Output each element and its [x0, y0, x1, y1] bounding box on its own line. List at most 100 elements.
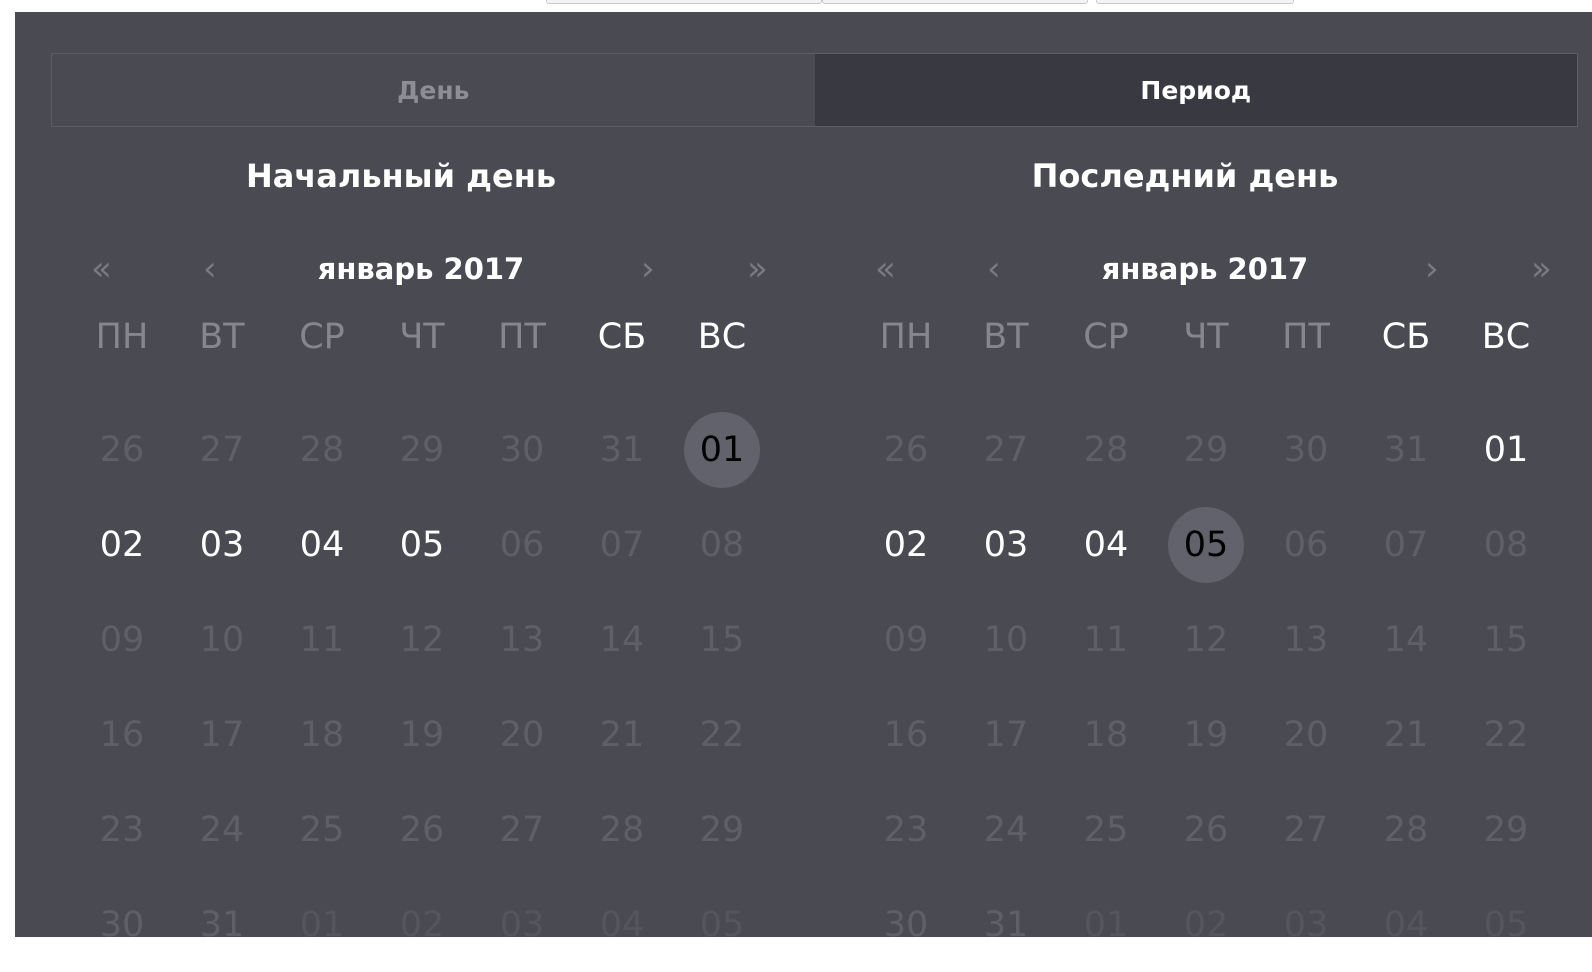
day-cell[interactable]: 26 [856, 402, 956, 497]
day-cell[interactable]: 25 [1056, 782, 1156, 877]
day-cell[interactable]: 31 [572, 402, 672, 497]
day-cell[interactable]: 23 [72, 782, 172, 877]
next-year-button[interactable]: » [747, 247, 768, 291]
day-cell[interactable]: 08 [672, 497, 772, 592]
day-cell[interactable]: 07 [1356, 497, 1456, 592]
day-cell[interactable]: 30 [72, 877, 172, 972]
day-cell[interactable]: 23 [856, 782, 956, 877]
day-cell[interactable]: 03 [956, 497, 1056, 592]
day-cell[interactable]: 28 [1356, 782, 1456, 877]
day-cell[interactable]: 08 [1456, 497, 1556, 592]
day-cell[interactable]: 13 [1256, 592, 1356, 687]
next-month-button[interactable]: › [641, 247, 655, 291]
day-cell[interactable]: 16 [72, 687, 172, 782]
day-cell[interactable]: 01 [1456, 402, 1556, 497]
day-cell[interactable]: 05 [672, 877, 772, 972]
day-cell[interactable]: 24 [172, 782, 272, 877]
next-month-button[interactable]: › [1425, 247, 1439, 291]
day-cell[interactable]: 06 [472, 497, 572, 592]
month-year-label[interactable]: январь 2017 [1035, 247, 1375, 291]
day-cell-selected[interactable]: 05 [1156, 497, 1256, 592]
day-cell[interactable]: 19 [1156, 687, 1256, 782]
day-cell[interactable]: 27 [472, 782, 572, 877]
day-cell[interactable]: 31 [172, 877, 272, 972]
day-cell[interactable]: 26 [1156, 782, 1256, 877]
day-cell[interactable]: 03 [472, 877, 572, 972]
day-cell[interactable]: 18 [272, 687, 372, 782]
day-cell[interactable]: 26 [372, 782, 472, 877]
day-cell[interactable]: 17 [172, 687, 272, 782]
day-cell[interactable]: 20 [472, 687, 572, 782]
prev-month-button[interactable]: ‹ [203, 247, 217, 291]
day-cell[interactable]: 13 [472, 592, 572, 687]
prev-year-button[interactable]: « [91, 247, 112, 291]
day-cell[interactable]: 31 [1356, 402, 1456, 497]
day-cell[interactable]: 18 [1056, 687, 1156, 782]
day-cell[interactable]: 25 [272, 782, 372, 877]
day-number: 30 [99, 904, 145, 945]
day-cell[interactable]: 07 [572, 497, 672, 592]
day-cell[interactable]: 30 [472, 402, 572, 497]
day-cell[interactable]: 01 [1056, 877, 1156, 972]
day-cell[interactable]: 27 [1256, 782, 1356, 877]
day-cell[interactable]: 10 [956, 592, 1056, 687]
day-cell[interactable]: 29 [672, 782, 772, 877]
day-cell[interactable]: 28 [1056, 402, 1156, 497]
day-cell[interactable]: 19 [372, 687, 472, 782]
day-cell[interactable]: 11 [1056, 592, 1156, 687]
day-cell[interactable]: 14 [1356, 592, 1456, 687]
day-cell[interactable]: 09 [856, 592, 956, 687]
month-year-label[interactable]: январь 2017 [251, 247, 591, 291]
day-cell[interactable]: 21 [1356, 687, 1456, 782]
day-cell[interactable]: 02 [1156, 877, 1256, 972]
day-cell[interactable]: 05 [1456, 877, 1556, 972]
day-cell[interactable]: 15 [1456, 592, 1556, 687]
day-cell[interactable]: 29 [372, 402, 472, 497]
day-cell[interactable]: 16 [856, 687, 956, 782]
day-cell[interactable]: 12 [1156, 592, 1256, 687]
day-cell[interactable]: 09 [72, 592, 172, 687]
day-cell[interactable]: 11 [272, 592, 372, 687]
prev-month-button[interactable]: ‹ [987, 247, 1001, 291]
day-cell[interactable]: 31 [956, 877, 1056, 972]
day-cell[interactable]: 02 [72, 497, 172, 592]
day-cell[interactable]: 14 [572, 592, 672, 687]
prev-year-button[interactable]: « [875, 247, 896, 291]
day-cell[interactable]: 10 [172, 592, 272, 687]
day-cell[interactable]: 29 [1156, 402, 1256, 497]
day-cell[interactable]: 04 [1356, 877, 1456, 972]
day-number: 26 [883, 429, 929, 470]
tab-period[interactable]: Период [814, 54, 1577, 126]
day-cell[interactable]: 28 [572, 782, 672, 877]
day-cell-selected[interactable]: 01 [672, 402, 772, 497]
day-cell[interactable]: 05 [372, 497, 472, 592]
day-cell[interactable]: 30 [1256, 402, 1356, 497]
day-cell[interactable]: 15 [672, 592, 772, 687]
day-cell[interactable]: 04 [572, 877, 672, 972]
day-cell[interactable]: 30 [856, 877, 956, 972]
day-cell[interactable]: 26 [72, 402, 172, 497]
day-number: 02 [399, 904, 445, 945]
tab-day[interactable]: День [52, 54, 815, 126]
day-cell[interactable]: 24 [956, 782, 1056, 877]
day-cell[interactable]: 02 [856, 497, 956, 592]
day-cell[interactable]: 21 [572, 687, 672, 782]
day-cell[interactable]: 04 [272, 497, 372, 592]
day-cell[interactable]: 12 [372, 592, 472, 687]
next-year-button[interactable]: » [1531, 247, 1552, 291]
day-cell[interactable]: 27 [956, 402, 1056, 497]
day-cell[interactable]: 27 [172, 402, 272, 497]
day-cell[interactable]: 01 [272, 877, 372, 972]
day-cell[interactable]: 20 [1256, 687, 1356, 782]
day-cell[interactable]: 02 [372, 877, 472, 972]
day-cell[interactable]: 04 [1056, 497, 1156, 592]
day-cell[interactable]: 06 [1256, 497, 1356, 592]
day-number: 08 [1483, 524, 1529, 565]
day-cell[interactable]: 29 [1456, 782, 1556, 877]
day-cell[interactable]: 03 [1256, 877, 1356, 972]
day-cell[interactable]: 17 [956, 687, 1056, 782]
day-cell[interactable]: 28 [272, 402, 372, 497]
day-cell[interactable]: 22 [1456, 687, 1556, 782]
day-cell[interactable]: 22 [672, 687, 772, 782]
day-cell[interactable]: 03 [172, 497, 272, 592]
